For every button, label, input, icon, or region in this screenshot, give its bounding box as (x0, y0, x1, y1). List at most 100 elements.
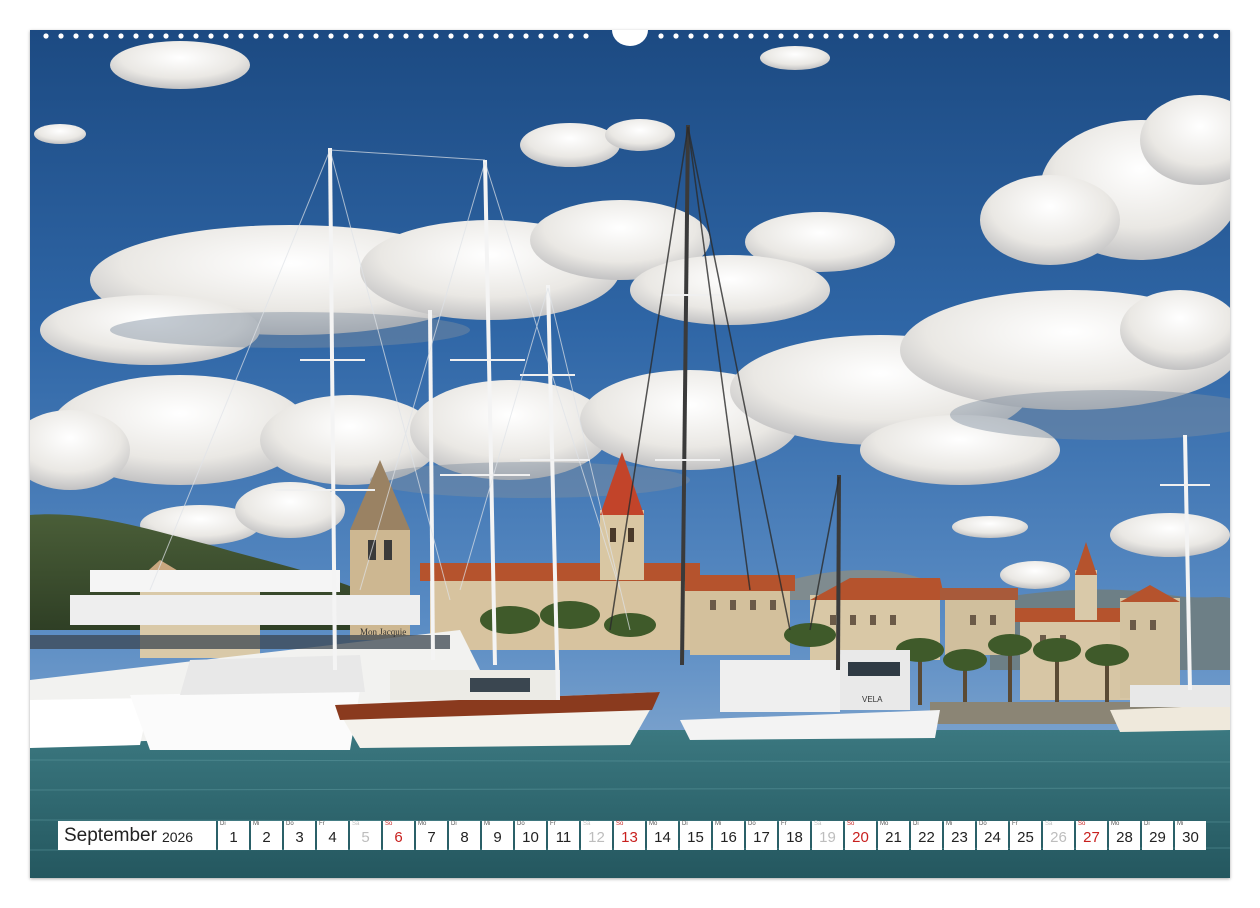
binding-hole (1168, 33, 1174, 39)
binding-hole (163, 33, 169, 39)
weekday-abbrev: Do (286, 821, 294, 827)
binding-hole (253, 33, 259, 39)
day-cell: Sa 5 (350, 821, 381, 850)
day-number: 28 (1116, 829, 1133, 846)
binding-hole (313, 33, 319, 39)
day-number: 9 (493, 829, 502, 846)
binding-hole (343, 33, 349, 39)
day-cell: So 6 (383, 821, 414, 850)
day-cell: Mi 9 (482, 821, 513, 850)
binding-hole (1183, 33, 1189, 39)
binding-hole (388, 33, 394, 39)
day-cell: Di 22 (911, 821, 942, 850)
month-name: September (64, 824, 157, 846)
day-number: 25 (1017, 829, 1034, 846)
day-number: 8 (460, 829, 469, 846)
wire-binding-icon (30, 30, 1230, 46)
binding-hole (298, 33, 304, 39)
weekday-abbrev: Mo (649, 821, 658, 827)
day-cell: Sa 26 (1043, 821, 1074, 850)
yacht-name-label: Mon Jacquie (360, 627, 406, 637)
day-cell: Fr 18 (779, 821, 810, 850)
yacht-name-label-2: VELA (862, 695, 883, 704)
binding-hole (943, 33, 949, 39)
day-cell: Mi 16 (713, 821, 744, 850)
binding-hole (703, 33, 709, 39)
weekday-abbrev: Di (682, 821, 688, 827)
weekday-abbrev: Fr (550, 821, 556, 827)
binding-hole (463, 33, 469, 39)
binding-hole (868, 33, 874, 39)
day-cell: Fr 25 (1010, 821, 1041, 850)
calendar-photo: Mon Jacquie VELA (30, 30, 1230, 878)
day-number: 30 (1182, 829, 1199, 846)
day-cell: Sa 19 (812, 821, 843, 850)
day-cell: Mi 23 (944, 821, 975, 850)
day-cell: Mo 28 (1109, 821, 1140, 850)
binding-hole (793, 33, 799, 39)
binding-hole (1018, 33, 1024, 39)
binding-hole (268, 33, 274, 39)
binding-hole (1048, 33, 1054, 39)
weekday-abbrev: Mi (715, 821, 722, 827)
day-cell: Fr 4 (317, 821, 348, 850)
weekday-abbrev: Mo (418, 821, 427, 827)
day-cell: Mi 2 (251, 821, 282, 850)
binding-hole (883, 33, 889, 39)
day-cell: Mo 7 (416, 821, 447, 850)
binding-hole (88, 33, 94, 39)
weekday-abbrev: Fr (1012, 821, 1018, 827)
day-number: 5 (361, 829, 370, 846)
weekday-abbrev: Do (517, 821, 525, 827)
weekday-abbrev: Di (1144, 821, 1150, 827)
weekday-abbrev: Mi (1177, 821, 1184, 827)
binding-hole (958, 33, 964, 39)
month-label-box: September 2026 (58, 821, 216, 850)
day-number: 3 (295, 829, 304, 846)
weekday-abbrev: Sa (583, 821, 591, 827)
binding-hole (538, 33, 544, 39)
weekday-abbrev: Sa (814, 821, 822, 827)
binding-hole (223, 33, 229, 39)
day-number: 4 (328, 829, 337, 846)
day-number: 17 (753, 829, 770, 846)
binding-hole (1078, 33, 1084, 39)
weekday-abbrev: Fr (319, 821, 325, 827)
day-number: 2 (262, 829, 271, 846)
binding-hole (283, 33, 289, 39)
day-cell: Di 15 (680, 821, 711, 850)
day-cell: Do 17 (746, 821, 777, 850)
day-cell: Sa 12 (581, 821, 612, 850)
binding-hole (1213, 33, 1219, 39)
binding-hole (493, 33, 499, 39)
day-cell: Di 8 (449, 821, 480, 850)
day-number: 18 (786, 829, 803, 846)
day-cell: So 13 (614, 821, 645, 850)
weekday-abbrev: So (616, 821, 624, 827)
day-number: 19 (819, 829, 836, 846)
day-number: 7 (427, 829, 436, 846)
binding-hole (193, 33, 199, 39)
binding-hole (1033, 33, 1039, 39)
day-number: 24 (984, 829, 1001, 846)
binding-hole (1003, 33, 1009, 39)
binding-hole (1153, 33, 1159, 39)
binding-hole (1123, 33, 1129, 39)
binding-hole (1093, 33, 1099, 39)
weekday-abbrev: Do (748, 821, 756, 827)
day-number: 1 (229, 829, 238, 846)
weekday-abbrev: Di (451, 821, 457, 827)
binding-hole (358, 33, 364, 39)
binding-hole (418, 33, 424, 39)
day-number: 15 (687, 829, 704, 846)
binding-hole (838, 33, 844, 39)
binding-hole (988, 33, 994, 39)
day-number: 26 (1050, 829, 1067, 846)
weekday-abbrev: Do (979, 821, 987, 827)
binding-hole (133, 33, 139, 39)
binding-hole (508, 33, 514, 39)
binding-hole (1138, 33, 1144, 39)
binding-hole (733, 33, 739, 39)
binding-hole (658, 33, 664, 39)
day-number: 23 (951, 829, 968, 846)
